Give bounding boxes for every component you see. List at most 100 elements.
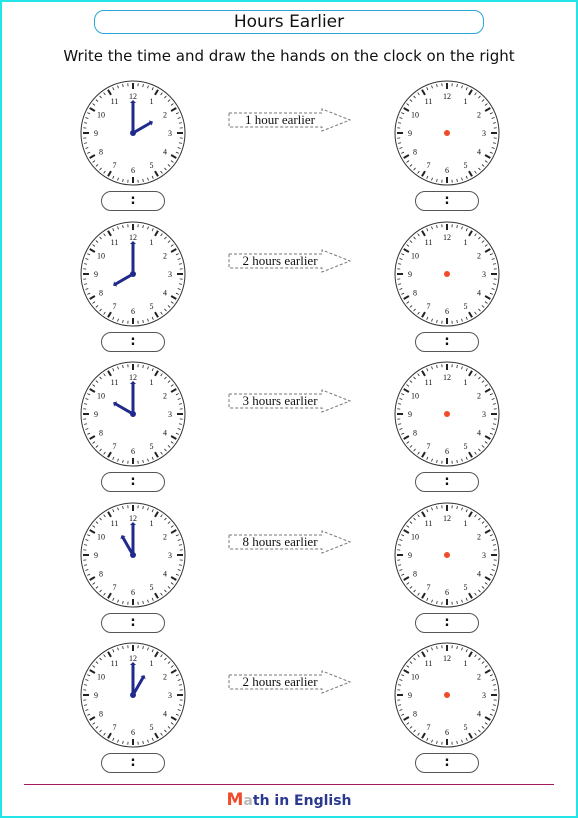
clock-numeral: 6 — [131, 728, 135, 737]
clock-numeral: 10 — [411, 673, 419, 682]
clock-numeral: 4 — [477, 148, 481, 157]
given-time-input[interactable]: : — [101, 331, 165, 352]
exercise-row: 12 1 2 3 4 5 6 7 8 9 10 11:2 hours earlier 12 1 2 3 4 5 6 7… — [0, 640, 578, 780]
clock-numeral: 6 — [131, 307, 135, 316]
instruction-label: 2 hours earlier — [242, 674, 318, 689]
clock-numeral: 7 — [427, 161, 431, 170]
given-clock: 121234567891011 — [80, 502, 186, 607]
footer-divider — [24, 784, 554, 785]
clock-numeral: 8 — [99, 288, 103, 297]
exercise-row: 12 1 2 3 4 5 6 7 8 9 10 11:2 hours earlier 12 1 2 3 4 5 6 7… — [0, 219, 578, 359]
clock-numeral: 12 — [443, 514, 451, 523]
clock-numeral: 4 — [477, 429, 481, 438]
clock-numeral: 3 — [482, 270, 486, 279]
clock-numeral: 9 — [408, 129, 412, 138]
exercise-row: 12 1 2 3 4 5 6 7 8 9 10 11:8 hours earlier 12 1 2 3 4 5 6 7… — [0, 500, 578, 640]
logo-text: th in English — [252, 793, 352, 809]
clock-center — [130, 411, 136, 417]
clock-numeral: 6 — [131, 588, 135, 597]
clock-numeral: 6 — [131, 447, 135, 456]
clock-center-dot — [444, 411, 450, 417]
clock-numeral: 4 — [477, 288, 481, 297]
clock-numeral: 7 — [113, 161, 117, 170]
footer-logo: Math in English — [0, 790, 578, 810]
answer-clock[interactable]: 121234567891011 — [392, 640, 502, 750]
given-clock: 121234567891011 — [80, 80, 186, 186]
clock-numeral: 1 — [150, 378, 154, 387]
answer-time-input[interactable]: : — [415, 612, 479, 633]
given-time-input[interactable]: : — [101, 612, 165, 633]
clock-numeral: 1 — [150, 659, 154, 668]
clock-numeral: 5 — [464, 161, 468, 170]
given-time-input[interactable]: : — [101, 753, 165, 773]
instructions: Write the time and draw the hands on the… — [63, 47, 515, 65]
clock-numeral: 11 — [111, 237, 119, 246]
exercise-row: 12 1 2 3 4 5 6 7 8 9 10 11:3 hours earlier 12 1 2 3 4 5 6 7… — [0, 359, 578, 499]
instruction-label: 8 hours earlier — [242, 533, 318, 549]
clock-numeral: 3 — [168, 270, 172, 279]
clock-numeral: 12 — [443, 92, 451, 101]
clock-numeral: 7 — [113, 442, 117, 451]
given-time-input[interactable]: : — [101, 191, 165, 211]
given-time-input[interactable]: : — [101, 472, 165, 492]
clock-numeral: 1 — [150, 97, 154, 106]
clock-center-dot — [444, 270, 450, 277]
clock-numeral: 4 — [477, 710, 481, 719]
clock-numeral: 2 — [477, 392, 481, 401]
clock-numeral: 3 — [168, 551, 172, 560]
clock-numeral: 4 — [163, 429, 167, 438]
clock-numeral: 11 — [425, 97, 433, 106]
clock-numeral: 11 — [425, 659, 433, 668]
clock-numeral: 9 — [408, 551, 412, 560]
clock-numeral: 10 — [97, 673, 105, 682]
clock-numeral: 7 — [113, 302, 117, 311]
clock-center — [130, 692, 136, 698]
clock-numeral: 7 — [427, 442, 431, 451]
exercise-row: 12 1 2 3 4 5 6 7 8 9 10 11:1 hour earlier 12 1 2 3 4 5 6 7 8… — [0, 78, 578, 218]
clock-numeral: 6 — [131, 166, 135, 175]
clock-numeral: 1 — [464, 97, 468, 106]
clock-numeral: 7 — [427, 723, 431, 732]
answer-clock[interactable]: 121234567891011 — [392, 219, 502, 329]
clock-numeral: 12 — [443, 233, 451, 242]
clock-numeral: 10 — [411, 251, 419, 260]
clock-numeral: 12 — [129, 373, 137, 382]
clock-numeral: 3 — [168, 410, 172, 419]
clock-numeral: 5 — [150, 723, 154, 732]
clock-numeral: 1 — [464, 237, 468, 246]
clock-numeral: 6 — [445, 166, 449, 175]
clock-numeral: 7 — [427, 583, 431, 592]
clock-numeral: 2 — [163, 392, 167, 401]
clock-numeral: 8 — [99, 710, 103, 719]
answer-clock[interactable]: 121234567891011 — [392, 500, 502, 610]
answer-clock[interactable]: 121234567891011 — [392, 78, 502, 188]
clock-numeral: 9 — [94, 129, 98, 138]
clock-numeral: 7 — [113, 583, 117, 592]
answer-time-input[interactable]: : — [415, 753, 479, 773]
clock-center — [130, 270, 136, 277]
clock-numeral: 10 — [411, 392, 419, 401]
clock-numeral: 3 — [482, 691, 486, 700]
clock-numeral: 7 — [427, 302, 431, 311]
answer-time-input[interactable]: : — [415, 472, 479, 492]
clock-center-dot — [444, 551, 450, 558]
answer-clock[interactable]: 121234567891011 — [392, 359, 502, 469]
clock-numeral: 9 — [94, 551, 98, 560]
instruction-arrow: 2 hours earlier — [228, 670, 352, 694]
clock-numeral: 10 — [97, 251, 105, 260]
answer-time-input[interactable]: : — [415, 331, 479, 352]
clock-numeral: 12 — [443, 654, 451, 663]
clock-numeral: 6 — [445, 588, 449, 597]
clock-numeral: 6 — [445, 307, 449, 316]
instruction-arrow: 8 hours earlier — [228, 529, 352, 554]
clock-numeral: 11 — [425, 378, 433, 387]
instruction-arrow: 1 hour earlier — [228, 108, 352, 132]
clock-numeral: 5 — [150, 442, 154, 451]
clock-numeral: 9 — [408, 410, 412, 419]
clock-numeral: 9 — [94, 270, 98, 279]
given-clock: 121234567891011 — [80, 361, 186, 467]
clock-numeral: 8 — [413, 710, 417, 719]
clock-numeral: 2 — [163, 673, 167, 682]
answer-time-input[interactable]: : — [415, 191, 479, 211]
clock-numeral: 8 — [413, 429, 417, 438]
